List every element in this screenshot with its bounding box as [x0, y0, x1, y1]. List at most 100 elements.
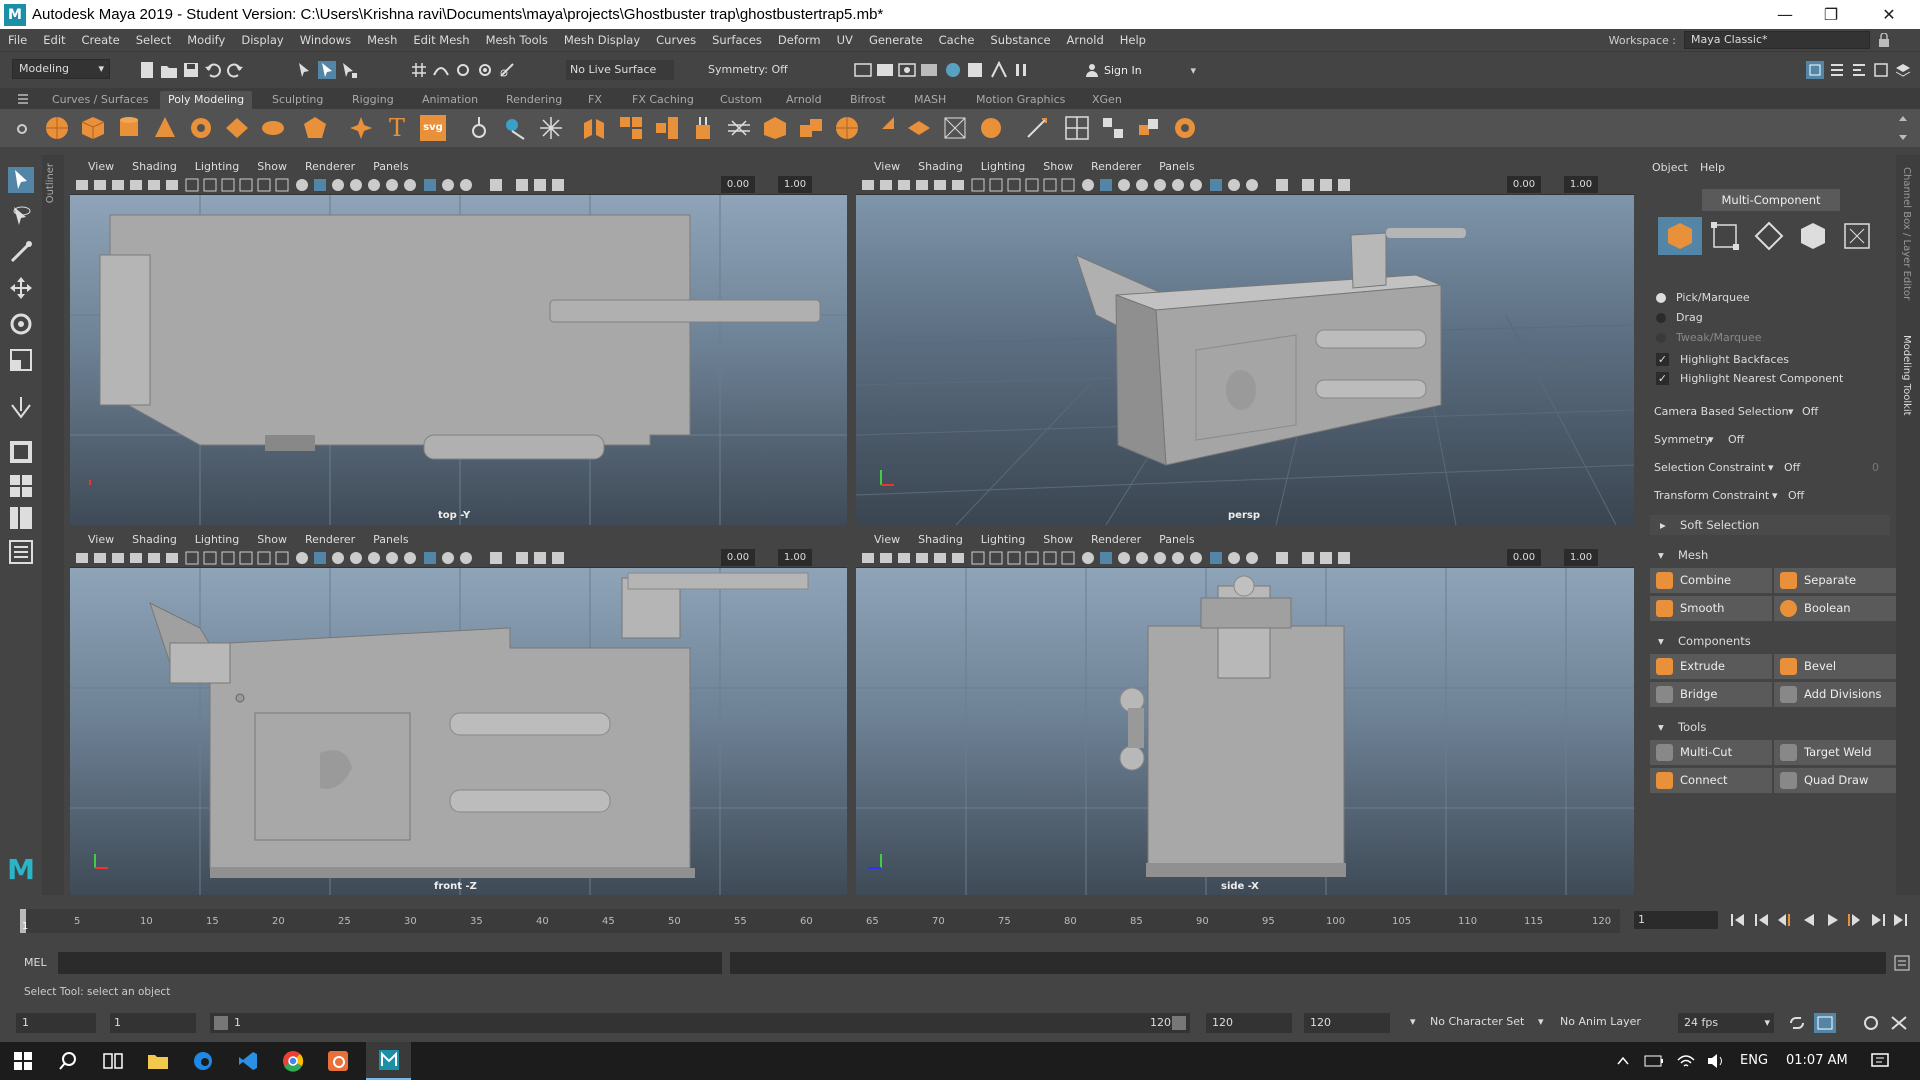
add-divisions-button[interactable]: Add Divisions — [1774, 682, 1896, 707]
single-perspective-layout-icon[interactable] — [8, 439, 34, 465]
menu-select[interactable]: Select — [128, 33, 179, 47]
show-layer-editor-icon[interactable] — [1894, 61, 1912, 79]
script-editor-icon[interactable] — [1894, 955, 1910, 971]
outliner-layout-icon[interactable] — [8, 539, 34, 565]
tab-motion-graphics[interactable]: Motion Graphics — [968, 91, 1073, 109]
vscode-taskbar[interactable] — [225, 1042, 270, 1080]
gamma-field[interactable]: 1.00 — [778, 176, 812, 193]
uv-mode-icon[interactable] — [1842, 221, 1872, 251]
viewport-menu-renderer[interactable]: Renderer — [1083, 533, 1151, 546]
menu-mesh-display[interactable]: Mesh Display — [556, 33, 648, 47]
new-scene-icon[interactable] — [138, 61, 156, 79]
poly-cylinder-icon[interactable] — [116, 115, 142, 141]
tab-curves-surfaces[interactable]: Curves / Surfaces — [44, 91, 157, 109]
snap-curve-icon[interactable] — [432, 61, 450, 79]
tab-animation[interactable]: Animation — [414, 91, 486, 109]
tab-fx[interactable]: FX — [580, 91, 610, 109]
viewport-toolbar-icons[interactable] — [862, 177, 1362, 193]
automatic-uv-icon[interactable] — [1100, 115, 1126, 141]
target-weld-button[interactable]: Target Weld — [1774, 740, 1896, 765]
poly-disc-icon[interactable] — [260, 115, 286, 141]
start-time-field[interactable]: 1 — [16, 1013, 96, 1033]
viewport-menu-shading[interactable]: Shading — [124, 533, 187, 546]
range-handle-start[interactable] — [214, 1016, 228, 1030]
shelf-settings-icon[interactable] — [16, 123, 28, 135]
volume-icon[interactable] — [1706, 1052, 1726, 1070]
save-scene-icon[interactable] — [182, 61, 200, 79]
viewport-menu-shading[interactable]: Shading — [124, 160, 187, 173]
pause-icon[interactable] — [1012, 61, 1030, 79]
menu-edit-mesh[interactable]: Edit Mesh — [405, 33, 477, 47]
selection-constraint-value[interactable]: Off — [1784, 461, 1800, 474]
menu-mesh[interactable]: Mesh — [359, 33, 405, 47]
tab-arnold[interactable]: Arnold — [778, 91, 830, 109]
viewport-menu-show[interactable]: Show — [249, 160, 297, 173]
scale-tool-icon[interactable] — [8, 347, 34, 373]
mesh-section[interactable]: ▾ Mesh — [1650, 545, 1890, 565]
character-set-field[interactable]: No Character Set — [1430, 1015, 1524, 1028]
show-channel-box-icon[interactable] — [1872, 61, 1890, 79]
bool-difference-icon[interactable] — [834, 115, 860, 141]
quad-draw-button[interactable]: Quad Draw — [1774, 768, 1896, 793]
menu-edit[interactable]: Edit — [35, 33, 73, 47]
edge-taskbar[interactable] — [180, 1042, 225, 1080]
search-button[interactable] — [45, 1042, 90, 1080]
mirror-geometry-icon[interactable] — [942, 115, 968, 141]
tab-fx-caching[interactable]: FX Caching — [624, 91, 702, 109]
poly-cube-icon[interactable] — [80, 115, 106, 141]
viewport-menu-view[interactable]: View — [866, 160, 910, 173]
bridge-icon[interactable] — [726, 115, 752, 141]
chevron-down-icon[interactable]: ▾ — [1410, 1015, 1416, 1028]
sculpt-tool-icon[interactable] — [466, 115, 492, 141]
svg-tool-icon[interactable]: svg — [420, 115, 446, 141]
anim-layer-field[interactable]: No Anim Layer — [1560, 1015, 1641, 1028]
planar-uv-icon[interactable] — [1136, 115, 1162, 141]
tab-bifrost[interactable]: Bifrost — [842, 91, 894, 109]
super-shape-icon[interactable] — [348, 115, 374, 141]
loop-icon[interactable] — [1788, 1015, 1806, 1031]
anim-end-field[interactable]: 120 — [1206, 1013, 1292, 1033]
viewport-menu-view[interactable]: View — [866, 533, 910, 546]
camera-based-selection-value[interactable]: Off — [1802, 405, 1818, 418]
chevron-down-icon[interactable]: ▾ — [1772, 489, 1778, 502]
exposure-field[interactable]: 0.00 — [721, 176, 755, 193]
viewport-menu-shading[interactable]: Shading — [910, 533, 973, 546]
viewport-toolbar-icons[interactable] — [76, 177, 576, 193]
last-tool-icon[interactable] — [8, 395, 34, 421]
snap-point-icon[interactable] — [454, 61, 472, 79]
drag-radio[interactable] — [1656, 313, 1666, 323]
viewport-menu-panels[interactable]: Panels — [365, 533, 418, 546]
sign-in-button[interactable]: Sign In ▾ — [1082, 59, 1200, 81]
redo-icon[interactable] — [226, 61, 244, 79]
range-slider[interactable]: 1 120 — [210, 1013, 1190, 1033]
viewport-menu-show[interactable]: Show — [1035, 160, 1083, 173]
select-tool-icon[interactable] — [8, 167, 34, 193]
render-frame-icon[interactable] — [854, 61, 872, 79]
viewport-menu-panels[interactable]: Panels — [365, 160, 418, 173]
menu-curves[interactable]: Curves — [648, 33, 704, 47]
viewport-persp[interactable]: View Shading Lighting Show Renderer Pane… — [856, 157, 1634, 525]
chevron-down-icon[interactable]: ▾ — [1768, 461, 1774, 474]
menu-deform[interactable]: Deform — [770, 33, 829, 47]
exposure-field[interactable]: 0.00 — [1507, 549, 1541, 566]
render-settings-icon[interactable] — [920, 61, 938, 79]
unfold-uv-icon[interactable] — [1172, 115, 1198, 141]
components-section[interactable]: ▾ Components — [1650, 631, 1890, 651]
edge-mode-icon[interactable] — [1754, 221, 1784, 251]
viewport-menu-view[interactable]: View — [80, 533, 124, 546]
wifi-icon[interactable] — [1676, 1052, 1696, 1070]
viewport-front[interactable]: View Shading Lighting Show Renderer Pane… — [70, 530, 847, 896]
rotate-tool-icon[interactable] — [8, 311, 34, 337]
multi-component-button[interactable]: Multi-Component — [1702, 189, 1840, 211]
boolean-button[interactable]: Boolean — [1774, 596, 1896, 621]
tab-custom[interactable]: Custom — [712, 91, 770, 109]
menu-windows[interactable]: Windows — [292, 33, 359, 47]
chevron-down-icon[interactable]: ▾ — [1708, 433, 1714, 446]
fps-dropdown[interactable]: 24 fps ▾ — [1678, 1013, 1774, 1033]
viewport-menu-lighting[interactable]: Lighting — [973, 160, 1035, 173]
channel-box-tab[interactable]: Channel Box / Layer Editor — [1901, 167, 1912, 300]
viewport-menu-show[interactable]: Show — [249, 533, 297, 546]
center-pivot-icon[interactable] — [502, 115, 528, 141]
highlight-nearest-checkbox[interactable]: ✓ — [1656, 372, 1669, 385]
playback-controls[interactable] — [1728, 911, 1914, 929]
